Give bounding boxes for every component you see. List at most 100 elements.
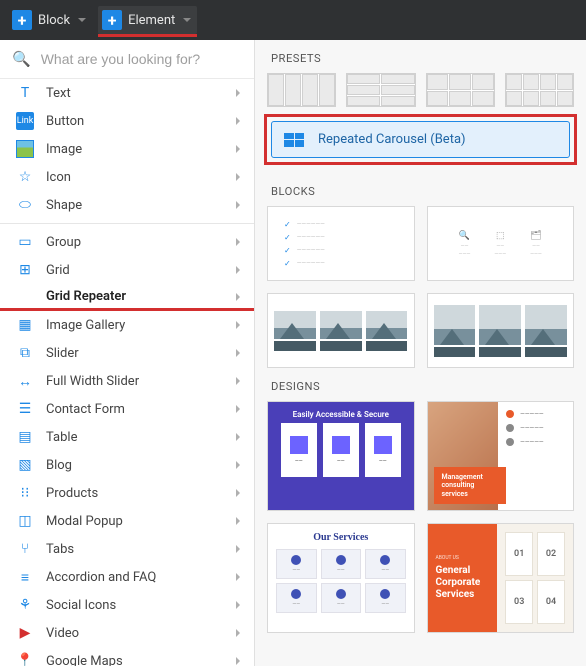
preset-layout[interactable] (505, 73, 574, 107)
menu-item-label: Shape (46, 198, 224, 213)
menu-item-blog[interactable]: ▧ Blog (0, 451, 254, 479)
menu-item-full-width-slider[interactable]: ↔ Full Width Slider (0, 367, 254, 395)
button-icon: Link (16, 112, 34, 130)
chevron-right-icon (236, 117, 240, 125)
designs-header: DESIGNS (267, 368, 574, 401)
blog-icon: ▧ (16, 456, 34, 474)
topbar: + Block + Element (0, 0, 586, 40)
blocks-grid: ✓—————— ✓—————— ✓—————— ✓—————— 🔍————— ⬚… (267, 206, 574, 368)
menu-item-tabs[interactable]: ⑂ Tabs (0, 535, 254, 563)
group-icon: ▭ (16, 233, 34, 251)
chevron-right-icon (236, 601, 240, 609)
menu-item-label: Blog (46, 458, 224, 473)
slider-icon: ⧉ (16, 344, 34, 362)
menu-item-label: Slider (46, 346, 224, 361)
menu-item-accordion-faq[interactable]: ≡Accordion and FAQ (0, 563, 254, 591)
video-icon: ▶ (16, 624, 34, 642)
plus-icon: + (102, 10, 122, 30)
menu-item-group[interactable]: ▭ Group (0, 228, 254, 256)
blocks-header: BLOCKS (267, 173, 574, 206)
menu-item-products[interactable]: ⁝⁝Products (0, 479, 254, 507)
menu-item-social-icons[interactable]: ⚘ Social Icons (0, 591, 254, 619)
element-menu: TText Link Button Image☆Icon ⬭ Shape ▭ Group ⊞ Gr… (0, 79, 254, 666)
chevron-right-icon (236, 657, 240, 665)
menu-item-label: Products (46, 486, 224, 501)
google-maps-icon: 📍 (16, 652, 34, 666)
chevron-right-icon (236, 321, 240, 329)
menu-item-label: Tabs (46, 542, 224, 557)
preset-layout[interactable] (426, 73, 495, 107)
add-element-button[interactable]: + Element (98, 6, 197, 34)
design-template[interactable]: Our Services —— —— —— —— —— —— (267, 523, 415, 633)
carousel-icon (284, 133, 304, 147)
grid-icon: ⊞ (16, 261, 34, 279)
block-template[interactable] (267, 293, 415, 368)
block-template[interactable] (427, 293, 575, 368)
chevron-down-icon (78, 18, 86, 22)
menu-item-label: Accordion and FAQ (46, 570, 224, 585)
highlighted-preset: Repeated Carousel (Beta) (264, 114, 577, 165)
menu-item-icon[interactable]: ☆Icon (0, 163, 254, 191)
chevron-right-icon (236, 517, 240, 525)
chevron-right-icon (236, 405, 240, 413)
search-input[interactable] (41, 51, 242, 67)
design-template[interactable]: Easily Accessible & Secure —— —— —— (267, 401, 415, 511)
menu-item-label: Google Maps (46, 654, 224, 666)
chevron-right-icon (236, 201, 240, 209)
chevron-right-icon (236, 89, 240, 97)
menu-item-shape[interactable]: ⬭ Shape (0, 191, 254, 219)
search-icon: 🔍 (12, 50, 31, 68)
chevron-right-icon (236, 573, 240, 581)
menu-item-grid[interactable]: ⊞ Grid (0, 256, 254, 284)
menu-item-text[interactable]: TText (0, 79, 254, 107)
social-icons-icon: ⚘ (16, 596, 34, 614)
menu-item-image[interactable]: Image (0, 135, 254, 163)
menu-item-label: Button (46, 114, 224, 129)
block-template[interactable]: ✓—————— ✓—————— ✓—————— ✓—————— (267, 206, 415, 281)
preset-layout[interactable] (346, 73, 415, 107)
menu-item-modal-popup[interactable]: ◫Modal Popup (0, 507, 254, 535)
contact-form-icon: ☰ (16, 400, 34, 418)
highlight-underline (98, 34, 197, 37)
element-sidebar: 🔍 TText Link Button Image☆Icon ⬭ Shape ▭ Group ⊞… (0, 40, 255, 666)
menu-item-google-maps[interactable]: 📍 Google Maps (0, 647, 254, 666)
full-width-slider-icon: ↔ (16, 372, 34, 390)
menu-item-video[interactable]: ▶Video (0, 619, 254, 647)
menu-item-label: Contact Form (46, 402, 224, 417)
menu-item-button[interactable]: Link Button (0, 107, 254, 135)
search-bar[interactable]: 🔍 (0, 40, 254, 79)
chevron-right-icon (236, 266, 240, 274)
menu-item-label: Icon (46, 170, 224, 185)
design-template[interactable]: ABOUT US General Corporate Services 01 0… (427, 523, 575, 633)
shape-icon: ⬭ (16, 196, 34, 214)
chevron-right-icon (236, 238, 240, 246)
chevron-right-icon (236, 349, 240, 357)
modal-popup-icon: ◫ (16, 512, 34, 530)
menu-item-label: Group (46, 235, 224, 250)
plus-icon: + (12, 10, 32, 30)
menu-item-image-gallery[interactable]: ▦Image Gallery (0, 311, 254, 339)
chevron-right-icon (236, 433, 240, 441)
presets-row (267, 73, 574, 107)
grid-repeater-icon (16, 291, 34, 303)
add-block-button[interactable]: + Block (8, 6, 92, 34)
menu-item-grid-repeater[interactable]: Grid Repeater (0, 284, 254, 309)
repeated-carousel-preset[interactable]: Repeated Carousel (Beta) (271, 121, 570, 158)
menu-item-contact-form[interactable]: ☰ Contact Form (0, 395, 254, 423)
menu-item-label: Social Icons (46, 598, 224, 613)
menu-item-slider[interactable]: ⧉ Slider (0, 339, 254, 367)
menu-item-label: Full Width Slider (46, 374, 224, 389)
chevron-right-icon (236, 545, 240, 553)
tabs-icon: ⑂ (16, 540, 34, 558)
chevron-right-icon (236, 629, 240, 637)
block-template[interactable]: 🔍————— ⬚————— 🗂————— (427, 206, 575, 281)
menu-item-label: Grid (46, 263, 224, 278)
chevron-right-icon (236, 293, 240, 301)
preset-layout[interactable] (267, 73, 336, 107)
menu-item-label: Text (46, 86, 224, 101)
menu-item-table[interactable]: ▤Table (0, 423, 254, 451)
chevron-down-icon (183, 18, 191, 22)
chevron-right-icon (236, 461, 240, 469)
menu-item-label: Table (46, 430, 224, 445)
design-template[interactable]: Management consulting services ————— ———… (427, 401, 575, 511)
